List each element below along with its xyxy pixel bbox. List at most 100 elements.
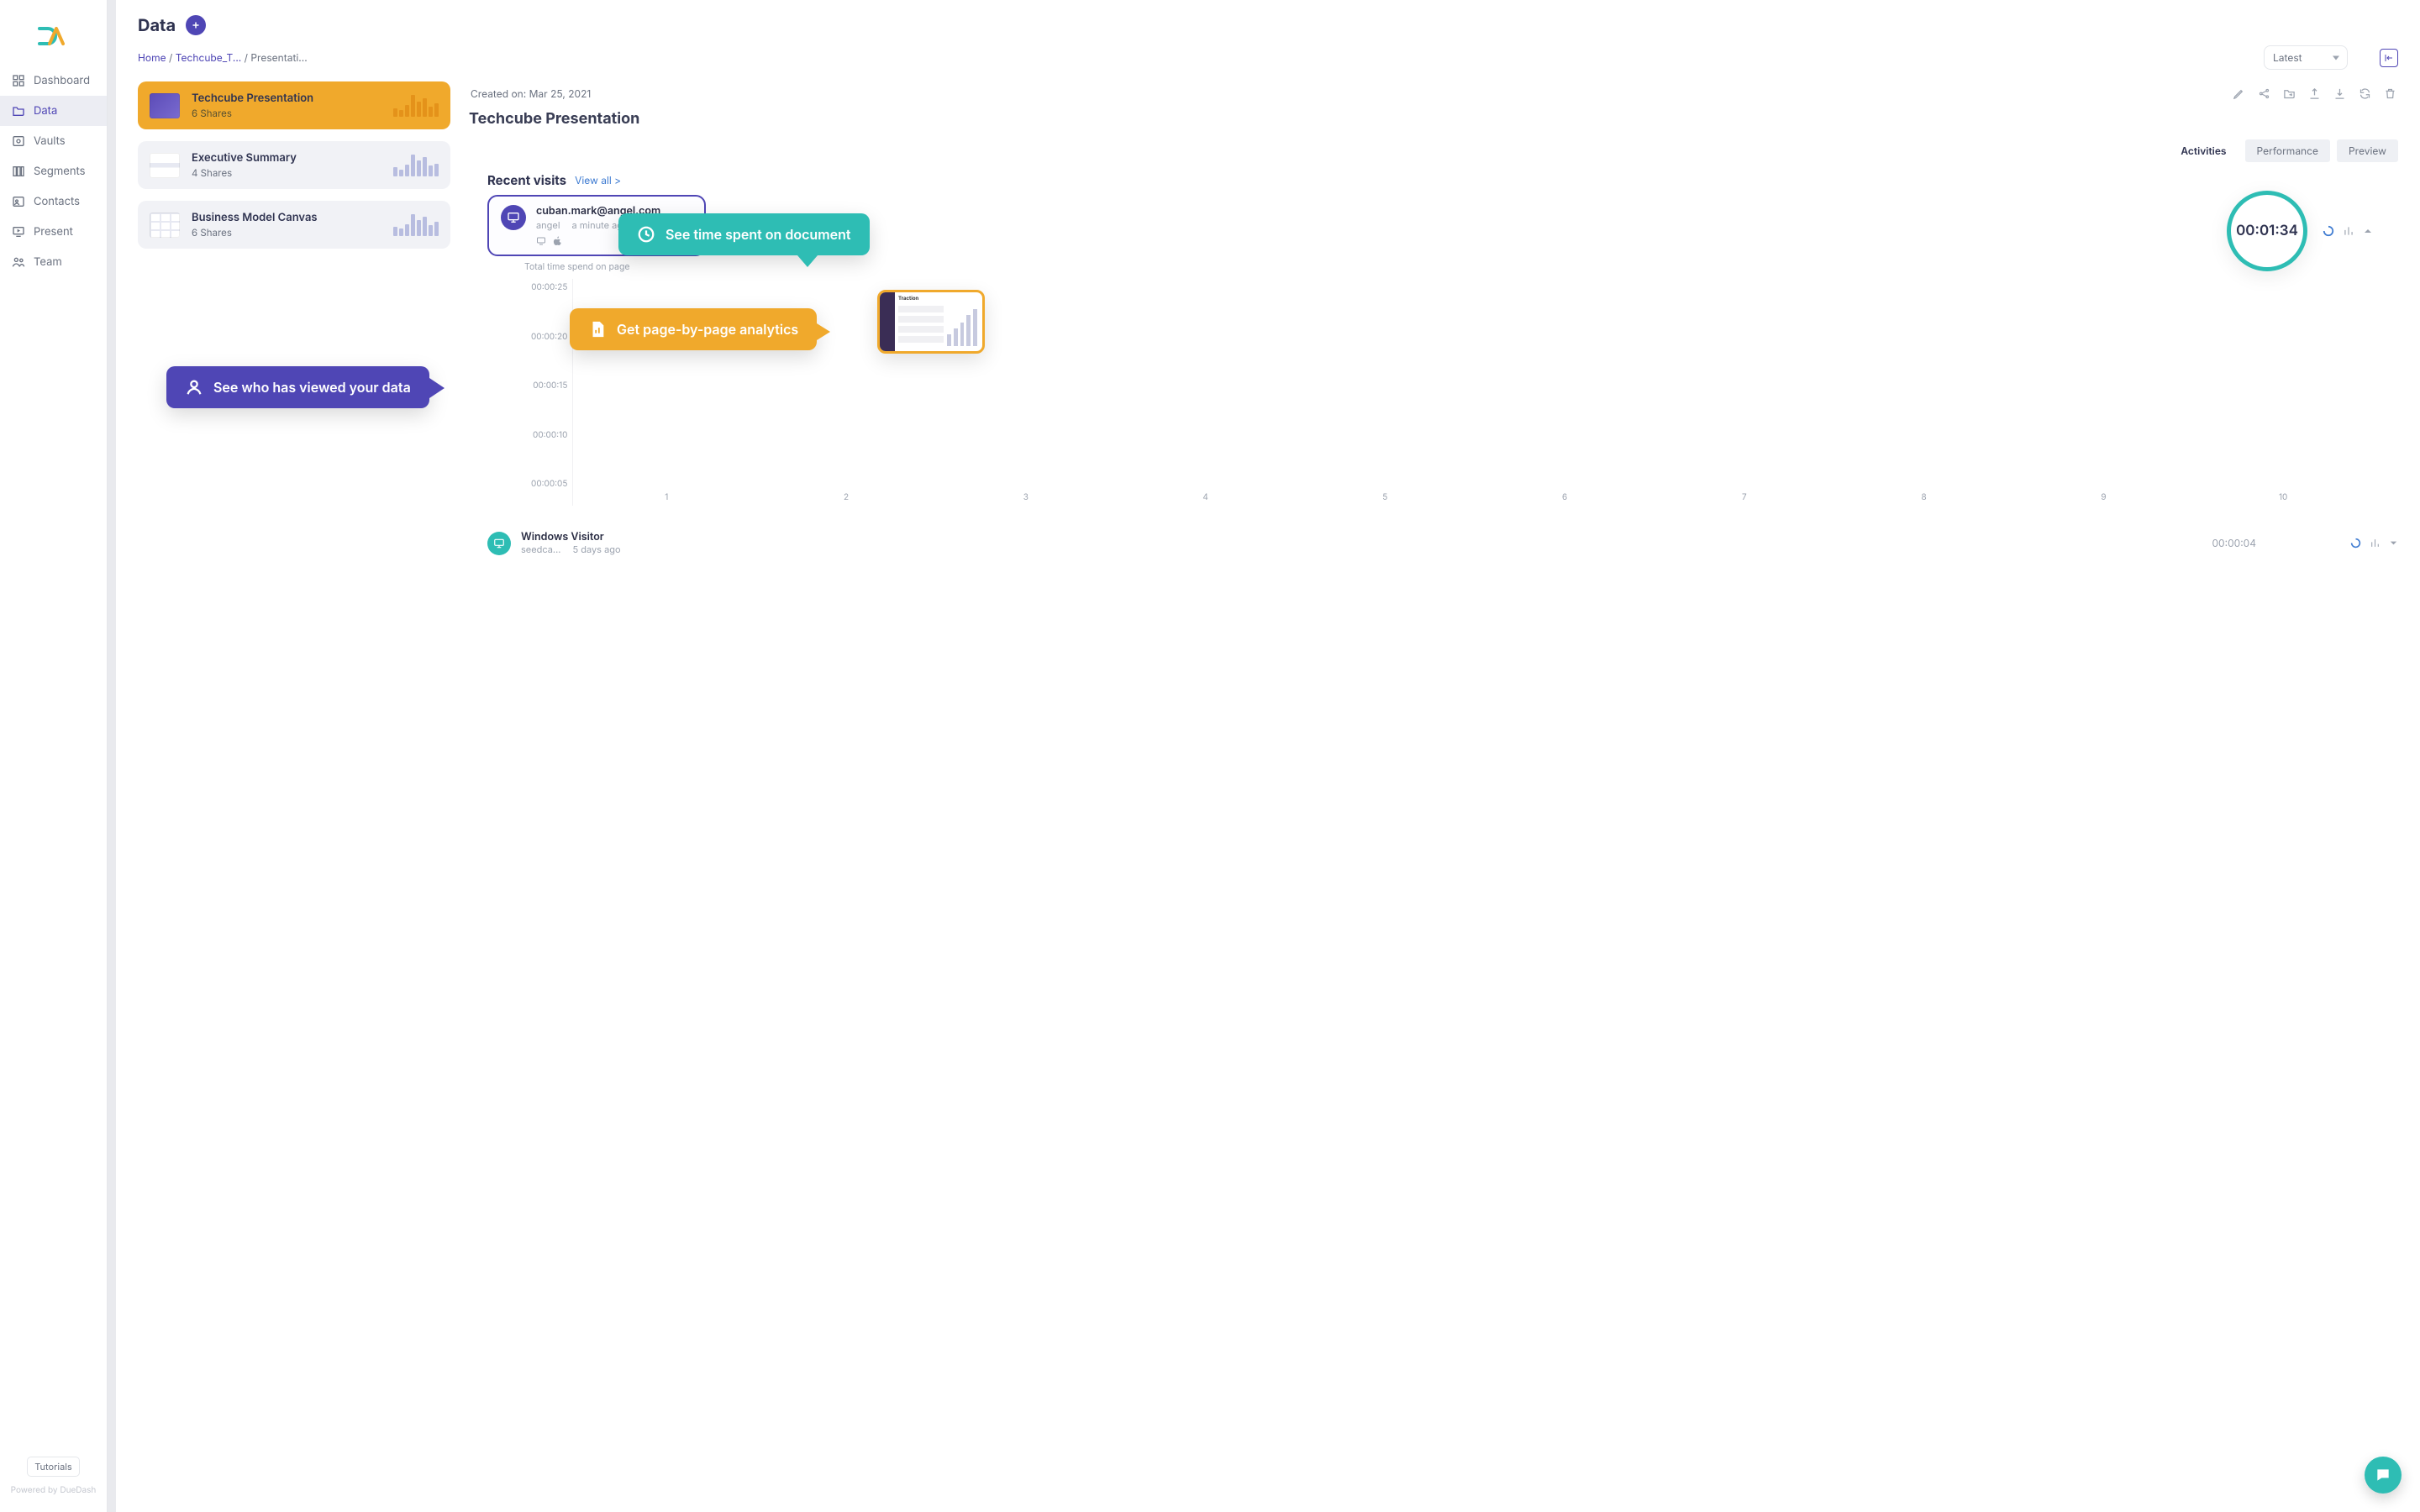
file-thumbnail xyxy=(150,93,180,118)
detail-action-icons xyxy=(2232,87,2396,100)
segments-icon xyxy=(12,165,25,178)
tutorials-button[interactable]: Tutorials xyxy=(27,1457,80,1477)
visitor-row[interactable]: Windows Visitor seedca... 5 days ago 00:… xyxy=(487,531,2398,555)
sort-select[interactable]: Latest xyxy=(2264,45,2348,70)
detail-top-row: Created on: Mar 25, 2021 xyxy=(469,81,2398,105)
created-on: Created on: Mar 25, 2021 xyxy=(471,87,591,100)
refresh-button[interactable] xyxy=(2358,87,2371,100)
callout-analytics: Get page-by-page analytics xyxy=(570,308,817,350)
delete-button[interactable] xyxy=(2383,87,2396,100)
detail-title: Techcube Presentation xyxy=(469,110,2398,128)
chart-y-axis: 00:00:2500:00:2000:00:1500:00:1000:00:05 xyxy=(531,279,572,506)
loading-arc-icon xyxy=(2323,225,2334,237)
file-card[interactable]: Techcube Presentation 6 Shares xyxy=(138,81,450,129)
sidebar-item-team[interactable]: Team xyxy=(0,247,107,277)
sidebar-item-label: Dashboard xyxy=(34,74,90,87)
breadcrumb-folder[interactable]: Techcube_T... xyxy=(176,51,242,64)
edit-button[interactable] xyxy=(2232,87,2245,100)
move-button[interactable] xyxy=(2282,87,2296,100)
chart-x-label: 1 xyxy=(665,492,668,506)
visitor-source: angel xyxy=(536,219,560,231)
timer-section: 00:01:34 xyxy=(2227,191,2373,271)
pencil-icon xyxy=(2233,87,2245,100)
share-button[interactable] xyxy=(2257,87,2270,100)
breadcrumb-current: Presentati... xyxy=(250,51,307,64)
chart-x-label: 5 xyxy=(1382,492,1387,506)
desktop-icon xyxy=(536,236,546,246)
chart-x-label: 10 xyxy=(2279,492,2287,506)
chat-icon xyxy=(2375,1467,2391,1483)
sidebar-item-label: Team xyxy=(34,255,62,269)
sub-header: Home / Techcube_T... / Presentati... Lat… xyxy=(116,39,2420,81)
visitor-avatar xyxy=(487,532,511,555)
download-button[interactable] xyxy=(2333,87,2346,100)
download-icon xyxy=(2333,87,2346,100)
contacts-icon xyxy=(12,195,25,208)
file-card[interactable]: Business Model Canvas 6 Shares xyxy=(138,201,450,249)
view-all-link[interactable]: View all > xyxy=(575,174,621,186)
file-sparkline xyxy=(393,95,439,117)
file-card[interactable]: Executive Summary 4 Shares xyxy=(138,141,450,189)
file-thumbnail xyxy=(150,213,180,238)
detail-tabs: Activities Performance Preview xyxy=(2169,139,2398,162)
add-button[interactable] xyxy=(186,15,206,35)
sidebar-item-label: Segments xyxy=(34,165,86,178)
brand-logo xyxy=(0,15,107,57)
visitor-name: Windows Visitor xyxy=(521,531,621,543)
tab-performance[interactable]: Performance xyxy=(2245,139,2330,162)
tab-preview[interactable]: Preview xyxy=(2337,139,2398,162)
page-title: Data xyxy=(138,15,176,35)
file-title: Business Model Canvas xyxy=(192,211,318,224)
breadcrumb-home[interactable]: Home xyxy=(138,51,166,64)
bars-icon xyxy=(2343,225,2354,237)
sidebar-item-dashboard[interactable]: Dashboard xyxy=(0,66,107,96)
grid-icon xyxy=(12,74,25,87)
expand-down-icon[interactable] xyxy=(2389,538,2398,548)
chart-x-label: 4 xyxy=(1202,492,1207,506)
plus-icon xyxy=(191,20,201,30)
sidebar: Dashboard Data Vaults Segments Contacts … xyxy=(0,0,108,1512)
chart-x-label: 3 xyxy=(1023,492,1028,506)
sidebar-item-present[interactable]: Present xyxy=(0,217,107,247)
refresh-icon xyxy=(2359,87,2371,100)
file-bar-icon xyxy=(588,320,607,339)
collapse-up-icon[interactable] xyxy=(2363,226,2373,236)
clock-icon xyxy=(637,225,655,244)
sidebar-item-vaults[interactable]: Vaults xyxy=(0,126,107,156)
file-list: Techcube Presentation 6 Shares Executive… xyxy=(138,81,450,1512)
bars-icon xyxy=(2370,538,2381,549)
detail-body: Recent visits View all > cuban.mark@ange… xyxy=(469,162,2398,1495)
collapse-panel-button[interactable] xyxy=(2380,49,2398,67)
page-header: Data xyxy=(116,0,2420,39)
upload-button[interactable] xyxy=(2307,87,2321,100)
sidebar-item-contacts[interactable]: Contacts xyxy=(0,186,107,217)
loading-arc-icon xyxy=(2350,538,2361,549)
share-icon xyxy=(2258,87,2270,100)
sidebar-item-label: Vaults xyxy=(34,134,66,148)
sidebar-scrollbar[interactable] xyxy=(108,0,116,1512)
recent-visits-heading: Recent visits xyxy=(487,172,566,188)
visitor-row-icons xyxy=(2350,538,2398,549)
team-icon xyxy=(12,255,25,269)
chart-plot: 12345678910 xyxy=(572,279,2376,506)
sidebar-item-data[interactable]: Data xyxy=(0,96,107,126)
tab-activities[interactable]: Activities xyxy=(2169,139,2238,162)
recent-visits-header: Recent visits View all > xyxy=(487,172,2398,188)
sort-wrap: Latest xyxy=(2264,45,2348,70)
callout-time: See time spent on document xyxy=(618,213,870,255)
sidebar-item-label: Present xyxy=(34,225,73,239)
chart-x-label: 2 xyxy=(844,492,849,506)
chart-x-label: 6 xyxy=(1562,492,1567,506)
file-shares: 6 Shares xyxy=(192,227,318,239)
chart-x-label: 7 xyxy=(1742,492,1747,506)
upload-icon xyxy=(2308,87,2321,100)
sidebar-item-label: Data xyxy=(34,104,57,118)
main: Data Home / Techcube_T... / Presentati..… xyxy=(116,0,2420,1512)
file-title: Techcube Presentation xyxy=(192,92,313,105)
powered-by: Powered by DueDash xyxy=(7,1485,100,1495)
chat-fab[interactable] xyxy=(2365,1457,2402,1494)
time-spent-timer: 00:01:34 xyxy=(2227,191,2307,271)
sidebar-nav: Dashboard Data Vaults Segments Contacts … xyxy=(0,66,107,277)
sidebar-item-segments[interactable]: Segments xyxy=(0,156,107,186)
file-shares: 4 Shares xyxy=(192,167,297,179)
